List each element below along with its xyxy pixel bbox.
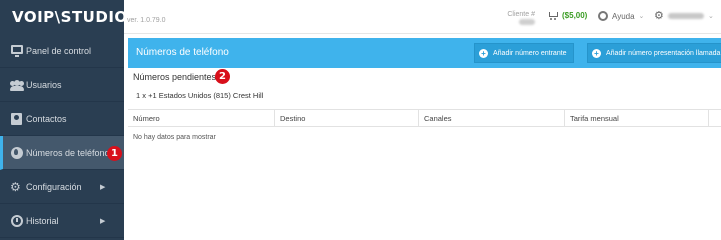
client-number-redacted (519, 19, 535, 25)
sidebar-item-label: Panel de control (26, 45, 92, 56)
column-divider (418, 110, 419, 127)
pending-numbers-heading: Números pendientes (133, 72, 217, 82)
help-menu[interactable]: Ayuda ⌄ (598, 11, 644, 21)
balance-amount: ($5,00) (562, 11, 588, 20)
chevron-down-icon: ⌄ (638, 13, 645, 20)
sidebar: Panel de control Usuarios Contactos Núme… (0, 34, 124, 240)
client-id: Cliente # (505, 10, 535, 28)
column-header-number[interactable]: Número (133, 114, 160, 123)
panel-header: Números de teléfono + Añadir número entr… (128, 38, 721, 68)
page-title: Números de teléfono (136, 47, 229, 58)
sidebar-item-contacts[interactable]: Contactos (0, 102, 124, 136)
annotation-badge-1: 1 (107, 146, 122, 161)
top-bar: VOIP\STUDIO ver. 1.0.79.0 Cliente # ($5,… (0, 0, 721, 34)
annotation-badge-2: 2 (215, 69, 230, 84)
button-label: Añadir número entrante (493, 49, 567, 57)
logo-area[interactable]: VOIP\STUDIO (0, 0, 127, 34)
add-inbound-number-button[interactable]: + Añadir número entrante (474, 43, 574, 63)
monitor-icon (11, 45, 23, 57)
chevron-down-icon: ⌄ (708, 13, 714, 20)
sidebar-item-label: Números de teléfono (26, 147, 110, 158)
user-name-redacted (668, 13, 704, 19)
lifebuoy-icon (598, 11, 608, 21)
clock-icon (11, 215, 23, 227)
help-label: Ayuda (612, 11, 635, 21)
column-header-destination[interactable]: Destino (280, 114, 305, 123)
sidebar-item-label: Usuarios (26, 79, 62, 90)
plus-circle-icon: + (479, 48, 488, 58)
sidebar-item-label: Historial (26, 215, 59, 226)
version-label: ver. 1.0.79.0 (127, 17, 166, 24)
sidebar-item-dashboard[interactable]: Panel de control (0, 34, 124, 68)
column-divider (564, 110, 565, 127)
sidebar-item-settings[interactable]: ⚙ Configuración ▶ (0, 170, 124, 204)
gear-icon: ⚙ (654, 10, 664, 22)
column-header-channels[interactable]: Canales (424, 114, 452, 123)
main-content: Números de teléfono + Añadir número entr… (124, 34, 721, 240)
voipstudio-logo[interactable]: VOIP\STUDIO (12, 8, 128, 26)
numbers-table-header: Número Destino Canales Tarifa mensual (128, 109, 721, 127)
user-menu[interactable]: ⚙ ⌄ (654, 10, 714, 22)
gears-icon: ⚙ (10, 180, 21, 194)
button-label: Añadir número presentación llamada (606, 49, 721, 57)
balance-cart[interactable]: ($5,00) (548, 11, 587, 20)
users-icon (10, 80, 24, 91)
client-label: Cliente # (507, 11, 535, 18)
chevron-right-icon: ▶ (100, 183, 106, 191)
column-header-monthly-fee[interactable]: Tarifa mensual (570, 114, 619, 123)
cart-icon (548, 11, 558, 20)
sidebar-item-phone-numbers[interactable]: Números de teléfono 1 (0, 136, 124, 170)
sidebar-item-history[interactable]: Historial ▶ (0, 204, 124, 238)
add-caller-id-number-button[interactable]: + Añadir número presentación llamada (587, 43, 721, 63)
column-divider (708, 110, 709, 127)
pending-number-item: 1 x +1 Estados Unidos (815) Crest Hill (136, 91, 264, 100)
column-divider (274, 110, 275, 127)
sidebar-item-label: Contactos (26, 113, 67, 124)
sidebar-item-label: Configuración (26, 181, 82, 192)
empty-table-message: No hay datos para mostrar (133, 134, 216, 141)
chevron-right-icon: ▶ (100, 217, 106, 225)
sidebar-item-users[interactable]: Usuarios (0, 68, 124, 102)
globe-icon (11, 147, 23, 159)
plus-circle-icon: + (592, 48, 601, 58)
contacts-icon (11, 113, 22, 125)
